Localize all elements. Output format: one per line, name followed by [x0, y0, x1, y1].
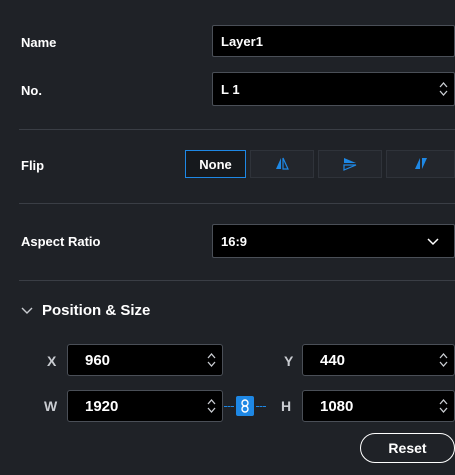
aspect-ratio-value: 16:9: [221, 233, 248, 249]
section-divider: [19, 129, 455, 130]
flip-both-icon: [414, 158, 427, 169]
number-value: L 1: [221, 81, 240, 97]
name-input[interactable]: Layer1: [212, 25, 455, 57]
y-input[interactable]: 440: [302, 344, 455, 376]
link-icon: [241, 399, 249, 413]
x-label: X: [47, 353, 57, 369]
flip-label: Flip: [21, 158, 45, 173]
reset-label: Reset: [388, 440, 427, 456]
w-value: 1920: [85, 397, 119, 415]
w-input[interactable]: 1920: [67, 390, 223, 422]
x-input[interactable]: 960: [67, 344, 223, 376]
link-connector-right: [256, 406, 266, 407]
spinner-arrows-icon[interactable]: [439, 351, 448, 369]
flip-none-button[interactable]: None: [185, 150, 246, 178]
spinner-arrows-icon[interactable]: [207, 397, 216, 415]
reset-button[interactable]: Reset: [360, 433, 455, 463]
number-label: No.: [21, 83, 42, 98]
aspect-lock-button[interactable]: [236, 396, 254, 416]
flip-none-label: None: [199, 156, 232, 172]
name-label: Name: [21, 35, 57, 50]
flip-vertical-icon: [343, 158, 357, 171]
flip-horizontal-button[interactable]: [250, 150, 314, 178]
aspect-ratio-select[interactable]: 16:9: [212, 224, 455, 258]
position-size-header[interactable]: Position & Size: [21, 302, 150, 319]
h-input[interactable]: 1080: [302, 390, 455, 422]
x-value: 960: [85, 351, 111, 369]
aspect-ratio-label: Aspect Ratio: [21, 234, 101, 249]
position-size-title: Position & Size: [42, 302, 151, 319]
flip-horizontal-icon: [276, 157, 289, 170]
w-label: W: [44, 398, 58, 414]
flip-vertical-button[interactable]: [318, 150, 382, 178]
section-divider: [19, 280, 455, 281]
h-value: 1080: [320, 397, 354, 415]
y-label: Y: [284, 353, 294, 369]
flip-both-button[interactable]: [386, 150, 455, 178]
chevron-down-icon: [427, 238, 439, 246]
h-label: H: [281, 398, 292, 414]
chevron-down-icon: [21, 307, 33, 314]
section-divider: [19, 203, 455, 204]
number-stepper[interactable]: L 1: [212, 72, 455, 106]
y-value: 440: [320, 351, 346, 369]
spinner-arrows-icon[interactable]: [439, 80, 448, 98]
spinner-arrows-icon[interactable]: [439, 397, 448, 415]
spinner-arrows-icon[interactable]: [207, 351, 216, 369]
link-connector-left: [224, 406, 234, 407]
